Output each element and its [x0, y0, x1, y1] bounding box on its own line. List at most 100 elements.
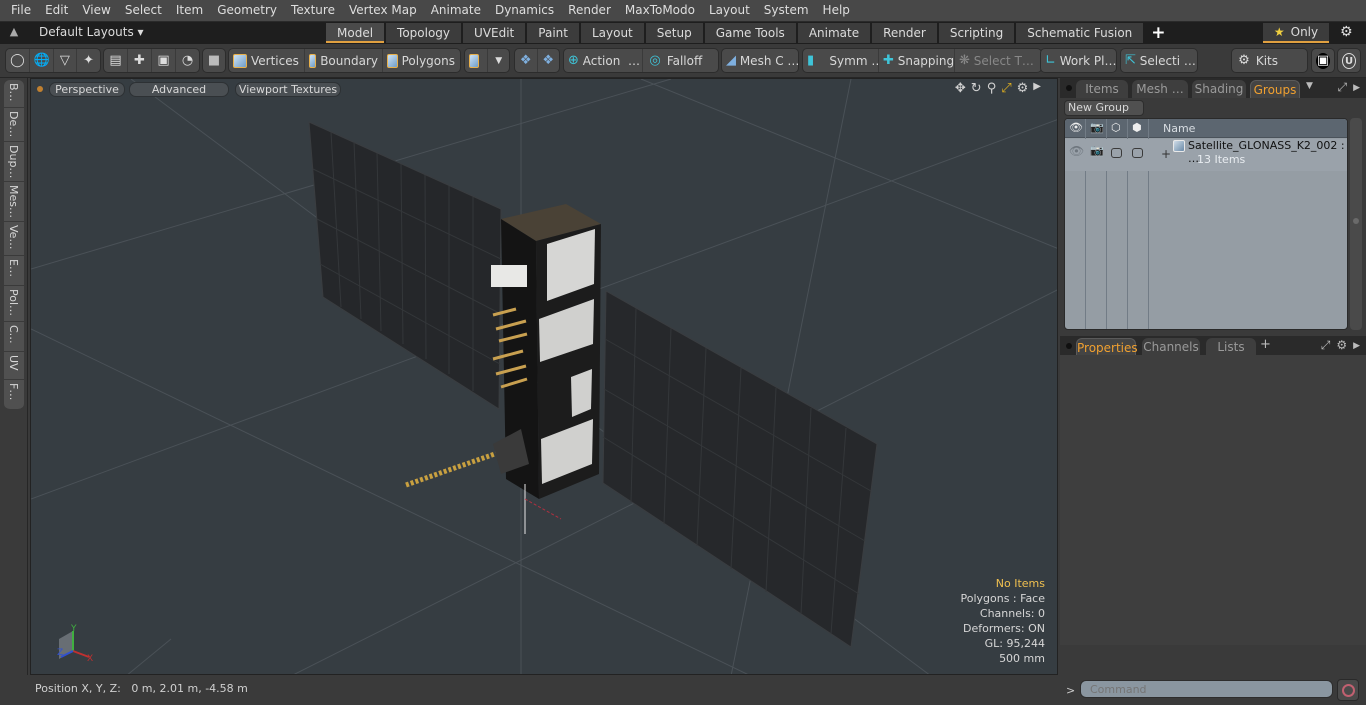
zoom-view-icon[interactable]: ⚲ — [987, 81, 997, 96]
tab-mesh[interactable]: Mesh … — [1132, 80, 1188, 98]
viewport-status-dot[interactable] — [37, 86, 43, 92]
modo-cube-button[interactable]: ▣ — [1312, 49, 1334, 72]
menu-geometry[interactable]: Geometry — [210, 0, 284, 21]
tab-groups[interactable]: Groups — [1250, 80, 1300, 98]
group-row[interactable]: 👁 📷 + Satellite_GLONASS_K2_002 : … 13 It… — [1065, 139, 1347, 171]
tab-items[interactable]: Items — [1076, 80, 1128, 98]
tab-scripting[interactable]: Scripting — [938, 23, 1015, 43]
panel-dot[interactable] — [1066, 85, 1072, 91]
tab-properties[interactable]: Properties — [1076, 338, 1138, 356]
dial-tool-button[interactable]: ◔ — [176, 49, 199, 72]
falloff-button[interactable]: ◎ Falloff — [643, 49, 718, 72]
add-tab-button[interactable]: + — [1151, 23, 1165, 44]
tab-uvedit[interactable]: UVEdit — [463, 23, 526, 43]
left-tab-edge[interactable]: E… — [4, 256, 24, 286]
item-mode-button[interactable]: ■ — [203, 49, 225, 72]
properties-settings-icon[interactable]: ⚙ — [1336, 338, 1347, 354]
menu-animate[interactable]: Animate — [424, 0, 488, 21]
sphere-tool-button[interactable]: ◯ — [6, 49, 30, 72]
menu-system[interactable]: System — [757, 0, 816, 21]
left-tab-polygon[interactable]: Pol… — [4, 286, 24, 322]
pen-tool-button[interactable]: ▽ — [54, 49, 78, 72]
default-layouts-dropdown[interactable]: Default Layouts ▾ — [39, 25, 144, 39]
expand-panel-icon[interactable]: ⤢ — [1321, 338, 1331, 354]
menu-maxtomodo[interactable]: MaxToModo — [618, 0, 702, 21]
tab-model[interactable]: Model — [326, 23, 385, 43]
world-gizmo-button[interactable]: ❖ — [515, 49, 538, 72]
move-view-icon[interactable]: ✥ — [955, 81, 966, 96]
menu-texture[interactable]: Texture — [284, 0, 342, 21]
maximize-view-icon[interactable]: ⤢ — [1001, 81, 1011, 96]
action-center-button[interactable]: ⊕ Action … — [564, 49, 643, 72]
tab-lists[interactable]: Lists — [1206, 338, 1256, 356]
tab-schematic-fusion[interactable]: Schematic Fusion — [1016, 23, 1144, 43]
name-column-header[interactable]: Name — [1163, 122, 1195, 135]
viewport-settings-icon[interactable]: ⚙ — [1017, 81, 1029, 96]
select-through-button[interactable]: ❋ Select T… — [955, 49, 1035, 72]
selection-sets-button[interactable]: ⇱ Selecti … — [1121, 49, 1197, 72]
left-tab-uv[interactable]: UV — [4, 352, 24, 380]
render-camera-icon[interactable]: 📷 — [1090, 144, 1104, 157]
symmetry-button[interactable]: ▮ Symm … — [803, 49, 879, 72]
menu-vertex-map[interactable]: Vertex Map — [342, 0, 424, 21]
menu-view[interactable]: View — [75, 0, 117, 21]
tab-layout[interactable]: Layout — [580, 23, 644, 43]
left-tab-deform[interactable]: De… — [4, 108, 24, 142]
tab-game-tools[interactable]: Game Tools — [704, 23, 796, 43]
work-plane-button[interactable]: ∟ Work Pl… — [1041, 49, 1116, 72]
3d-viewport[interactable]: Y X Z Perspective Advanced Viewport Text… — [30, 78, 1058, 675]
unreal-button[interactable]: U — [1338, 49, 1360, 72]
left-tab-vertex[interactable]: Ve… — [4, 222, 24, 256]
vertices-mode-button[interactable]: Vertices — [229, 49, 305, 72]
perspective-button[interactable]: Perspective — [49, 82, 125, 97]
groups-scrollbar[interactable] — [1350, 118, 1362, 330]
left-tab-basic[interactable]: B… — [4, 80, 24, 108]
collapse-up-icon[interactable]: ▲ — [6, 25, 22, 41]
menu-file[interactable]: File — [4, 0, 38, 21]
kits-button[interactable]: ⚙ Kits — [1232, 49, 1282, 72]
panel-more-icon[interactable]: ▶ — [1353, 80, 1360, 96]
tabs-dropdown-icon[interactable]: ▼ — [1306, 81, 1313, 91]
frame-tool-button[interactable]: ▣ — [152, 49, 176, 72]
expand-panel-icon[interactable]: ⤢ — [1337, 80, 1347, 96]
left-tab-fusion[interactable]: F… — [4, 380, 24, 410]
local-gizmo-button[interactable]: ❖ — [538, 49, 560, 72]
snapping-button[interactable]: ✚ Snapping — [879, 49, 955, 72]
advanced-button[interactable]: Advanced — [129, 82, 229, 97]
only-toggle[interactable]: ★ Only — [1263, 23, 1329, 43]
viewport-more-icon[interactable]: ▶ — [1033, 81, 1041, 96]
menu-dynamics[interactable]: Dynamics — [488, 0, 561, 21]
tab-paint[interactable]: Paint — [527, 23, 579, 43]
menu-help[interactable]: Help — [816, 0, 857, 21]
menu-select[interactable]: Select — [118, 0, 169, 21]
align-tool-button[interactable]: ▤ — [104, 49, 128, 72]
material-dropdown[interactable]: ▼ — [488, 49, 509, 72]
lock-checkbox[interactable] — [1111, 148, 1122, 158]
left-tab-duplicate[interactable]: Dup… — [4, 142, 24, 182]
panel-dot[interactable] — [1066, 343, 1072, 349]
expand-toggle[interactable]: + — [1161, 147, 1171, 161]
left-tab-mesh-edit[interactable]: Mes… — [4, 182, 24, 222]
mesh-constraint-button[interactable]: ◢ Mesh C … — [722, 49, 798, 72]
menu-layout[interactable]: Layout — [702, 0, 757, 21]
cross-tool-button[interactable]: ✚ — [128, 49, 152, 72]
menu-item[interactable]: Item — [169, 0, 210, 21]
gear-icon[interactable]: ⚙ — [1340, 24, 1353, 40]
add-panel-tab-button[interactable]: + — [1260, 337, 1271, 352]
menu-edit[interactable]: Edit — [38, 0, 75, 21]
select-checkbox[interactable] — [1132, 148, 1143, 158]
tab-shading[interactable]: Shading — [1192, 80, 1246, 98]
tab-channels[interactable]: Channels — [1142, 338, 1200, 356]
left-tab-curve[interactable]: C… — [4, 322, 24, 352]
boundary-mode-button[interactable]: Boundary — [305, 49, 383, 72]
panel-more-icon[interactable]: ▶ — [1353, 338, 1360, 354]
material-mode-button[interactable] — [465, 49, 489, 72]
command-record-button[interactable] — [1337, 679, 1359, 701]
scroll-knob[interactable] — [1353, 218, 1359, 224]
menu-render[interactable]: Render — [561, 0, 618, 21]
command-input[interactable] — [1080, 680, 1333, 698]
polygons-mode-button[interactable]: Polygons — [383, 49, 459, 72]
tab-setup[interactable]: Setup — [645, 23, 703, 43]
visibility-eye-icon[interactable]: 👁 — [1069, 144, 1084, 158]
tab-topology[interactable]: Topology — [386, 23, 462, 43]
